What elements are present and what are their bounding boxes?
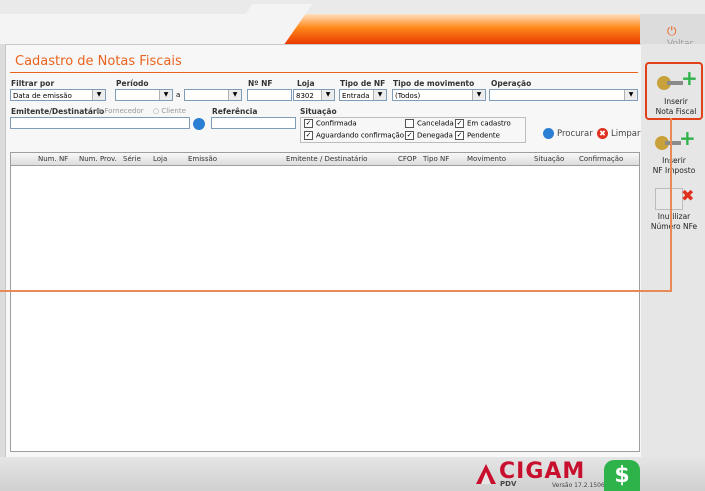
close-icon: ✖ (597, 128, 608, 139)
notas-grid[interactable]: Num. NF Num. Prov. Série Loja Emissão Em… (10, 152, 640, 452)
loja-label: Loja (297, 79, 315, 88)
filtrar-por-label: Filtrar por (11, 79, 55, 88)
operacao-label: Operação (491, 79, 532, 88)
emitente-field[interactable] (10, 117, 190, 129)
limpar-button[interactable]: ✖ Limpar (597, 128, 640, 139)
chevron-down-icon: ▼ (321, 90, 334, 100)
radio-icon: ○ (153, 107, 160, 115)
dollar-icon: $ (604, 460, 640, 491)
periodo-separator: a (176, 91, 181, 99)
title-underline (10, 72, 638, 73)
chevron-down-icon: ▼ (624, 90, 637, 100)
chevron-down-icon: ▼ (92, 90, 105, 100)
brand-sub: PDV (500, 480, 517, 488)
header-band (0, 14, 640, 44)
add-key-icon: + (655, 128, 696, 152)
col-cfop[interactable]: CFOP (398, 155, 417, 163)
chk-pendente[interactable]: ✓ Pendente (455, 131, 500, 140)
checkbox-checked-icon: ✓ (405, 131, 414, 140)
power-icon: ⏻ (667, 24, 677, 38)
nf-label: Nº NF (248, 79, 273, 88)
chk-em-cadastro[interactable]: ✓ Em cadastro (455, 119, 511, 128)
emitente-label: Emitente/Destinatário (11, 107, 105, 116)
radio-cliente[interactable]: ○ Cliente (153, 107, 186, 115)
nf-field[interactable] (247, 89, 292, 101)
tipo-nf-label: Tipo de NF (340, 79, 386, 88)
checkbox-checked-icon: ✓ (304, 119, 313, 128)
checkbox-checked-icon: ✓ (455, 119, 464, 128)
checkbox-checked-icon: ✓ (455, 131, 464, 140)
cancel-document-icon: ✖ (655, 186, 694, 210)
callout-line (670, 118, 672, 292)
col-situacao[interactable]: Situação (534, 155, 564, 163)
col-emitente[interactable]: Emitente / Destinatário (286, 155, 367, 163)
col-loja[interactable]: Loja (153, 155, 167, 163)
periodo-to-field[interactable]: ▼ (184, 89, 242, 101)
inserir-nf-imposto-button[interactable]: + Inserir NF Imposto (645, 124, 703, 182)
radio-fornecedor[interactable]: ◉ Fornecedor (96, 107, 144, 115)
chk-aguardando[interactable]: ✓ Aguardando confirmação (304, 131, 404, 140)
radio-icon: ◉ (96, 107, 103, 115)
periodo-label: Período (116, 79, 149, 88)
referencia-field[interactable] (211, 117, 296, 129)
chevron-down-icon: ▼ (159, 90, 172, 100)
chk-cancelada[interactable]: Cancelada (405, 119, 454, 128)
chevron-down-icon: ▼ (228, 90, 241, 100)
chevron-down-icon: ▼ (472, 90, 485, 100)
loja-select[interactable]: 8302 ▼ (293, 89, 335, 101)
periodo-from-field[interactable]: ▼ (115, 89, 173, 101)
col-serie[interactable]: Série (123, 155, 141, 163)
inutilizar-nfe-button[interactable]: ✖ Inutilizar Número NFe (645, 180, 703, 238)
col-num-nf[interactable]: Num. NF (38, 155, 68, 163)
search-icon (543, 128, 554, 139)
tipo-mov-label: Tipo de movimento (393, 79, 475, 88)
col-num-prov[interactable]: Num. Prov. (79, 155, 117, 163)
chevron-down-icon: ▼ (373, 90, 386, 100)
cigam-logo-icon (476, 462, 496, 484)
referencia-label: Referência (212, 107, 258, 116)
add-key-icon: + (657, 68, 698, 92)
search-emitente-icon[interactable] (193, 118, 205, 130)
col-tipo-nf[interactable]: Tipo NF (423, 155, 449, 163)
tipo-nf-select[interactable]: Entrada ▼ (339, 89, 387, 101)
checkbox-checked-icon: ✓ (304, 131, 313, 140)
tipo-mov-select[interactable]: (Todos) ▼ (392, 89, 486, 101)
procurar-button[interactable]: Procurar (543, 128, 593, 139)
col-emissao[interactable]: Emissão (188, 155, 217, 163)
chk-confirmada[interactable]: ✓ Confirmada (304, 119, 357, 128)
page-title: Cadastro de Notas Fiscais (15, 54, 182, 69)
grid-header: Num. NF Num. Prov. Série Loja Emissão Em… (11, 153, 639, 166)
col-confirmacao[interactable]: Confirmação (579, 155, 623, 163)
operacao-select[interactable]: ▼ (489, 89, 638, 101)
top-bar (0, 0, 705, 14)
situacao-label: Situação (300, 107, 337, 116)
callout-line (0, 290, 672, 292)
filtrar-por-select[interactable]: Data de emissão ▼ (10, 89, 106, 101)
version-text: Versão 17.2.1506 (552, 482, 605, 489)
checkbox-icon (405, 119, 414, 128)
chk-denegada[interactable]: ✓ Denegada (405, 131, 453, 140)
col-movimento[interactable]: Movimento (467, 155, 506, 163)
inserir-nota-fiscal-button[interactable]: + Inserir Nota Fiscal (645, 62, 703, 120)
